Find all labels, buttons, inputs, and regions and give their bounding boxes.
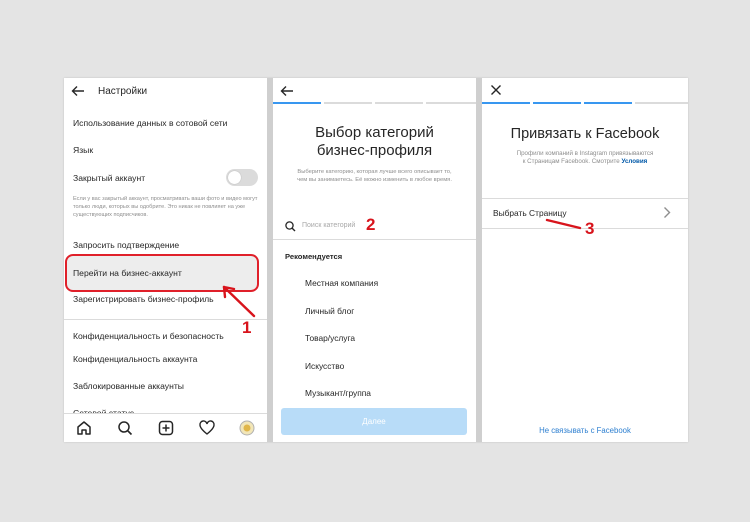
bottom-navigation bbox=[64, 413, 267, 442]
annotation-number-2: 2 bbox=[366, 215, 376, 234]
annotation-number-3: 3 bbox=[585, 219, 595, 238]
no-facebook-link[interactable]: Не связывать с Facebook bbox=[482, 426, 688, 435]
settings-item-switch-business[interactable]: Перейти на бизнес-аккаунт bbox=[73, 268, 182, 278]
search-icon[interactable] bbox=[117, 420, 133, 436]
progress-step-1 bbox=[482, 102, 530, 104]
next-button[interactable]: Далее bbox=[281, 408, 467, 435]
close-icon[interactable] bbox=[490, 84, 502, 96]
progress-step-2 bbox=[324, 102, 372, 104]
page-title: Настройки bbox=[98, 86, 148, 97]
category-item[interactable]: Местная компания bbox=[305, 278, 378, 288]
private-account-description: Если у вас закрытый аккаунт, просматрива… bbox=[73, 196, 258, 218]
settings-item-private-account: Закрытый аккаунт bbox=[73, 173, 146, 183]
progress-step-3 bbox=[375, 102, 423, 104]
category-item[interactable]: Товар/услуга bbox=[305, 333, 355, 343]
annotation-number-1: 1 bbox=[242, 318, 252, 337]
settings-item-account-privacy[interactable]: Конфиденциальность аккаунта bbox=[73, 354, 197, 364]
settings-item-register-business[interactable]: Зарегистрировать бизнес-профиль bbox=[73, 294, 214, 304]
page-description: Профили компаний в Instagram привязывают… bbox=[516, 150, 654, 166]
new-post-icon[interactable] bbox=[158, 420, 174, 436]
progress-step-4 bbox=[426, 102, 476, 104]
page-title: Привязать к Facebook bbox=[510, 126, 660, 142]
private-account-toggle[interactable] bbox=[226, 169, 258, 186]
settings-item-blocked[interactable]: Заблокированные аккаунты bbox=[73, 381, 184, 391]
tutorial-screenshots: Настройки Использование данных в сотовой… bbox=[64, 78, 688, 442]
home-icon[interactable] bbox=[76, 420, 92, 436]
settings-screen: Настройки Использование данных в сотовой… bbox=[64, 78, 267, 442]
profile-avatar-icon[interactable] bbox=[239, 420, 255, 436]
annotation-arrow-3 bbox=[545, 218, 582, 230]
divider bbox=[273, 239, 476, 240]
back-arrow-icon[interactable] bbox=[71, 85, 85, 97]
chevron-right-icon bbox=[664, 207, 671, 218]
category-item[interactable]: Искусство bbox=[305, 361, 344, 371]
category-screen: Выбор категорий бизнес-профиля Выберите … bbox=[273, 78, 476, 442]
progress-step-3 bbox=[584, 102, 632, 104]
page-description: Выберите категорию, которая лучше всего … bbox=[297, 169, 452, 183]
progress-step-1 bbox=[273, 102, 321, 104]
settings-item-cellular[interactable]: Использование данных в сотовой сети bbox=[73, 118, 227, 128]
terms-link[interactable]: Условия bbox=[622, 158, 648, 165]
category-search-input[interactable]: Поиск категорий bbox=[302, 222, 355, 229]
divider bbox=[482, 198, 688, 199]
page-title: Выбор категорий бизнес-профиля bbox=[315, 124, 434, 159]
heart-icon[interactable] bbox=[199, 420, 215, 436]
recommended-label: Рекомендуется bbox=[285, 252, 343, 261]
progress-step-4 bbox=[635, 102, 688, 104]
annotation-arrow-1 bbox=[222, 285, 256, 318]
category-item[interactable]: Музыкант/группа bbox=[305, 388, 371, 398]
settings-item-language[interactable]: Язык bbox=[73, 145, 93, 155]
search-icon bbox=[285, 221, 296, 232]
progress-step-2 bbox=[533, 102, 581, 104]
settings-item-privacy-security[interactable]: Конфиденциальность и безопасность bbox=[73, 331, 224, 341]
facebook-link-screen: Привязать к Facebook Профили компаний в … bbox=[482, 78, 688, 442]
back-arrow-icon[interactable] bbox=[280, 85, 294, 97]
settings-item-request-verification[interactable]: Запросить подтверждение bbox=[73, 240, 179, 250]
category-item[interactable]: Личный блог bbox=[305, 306, 354, 316]
